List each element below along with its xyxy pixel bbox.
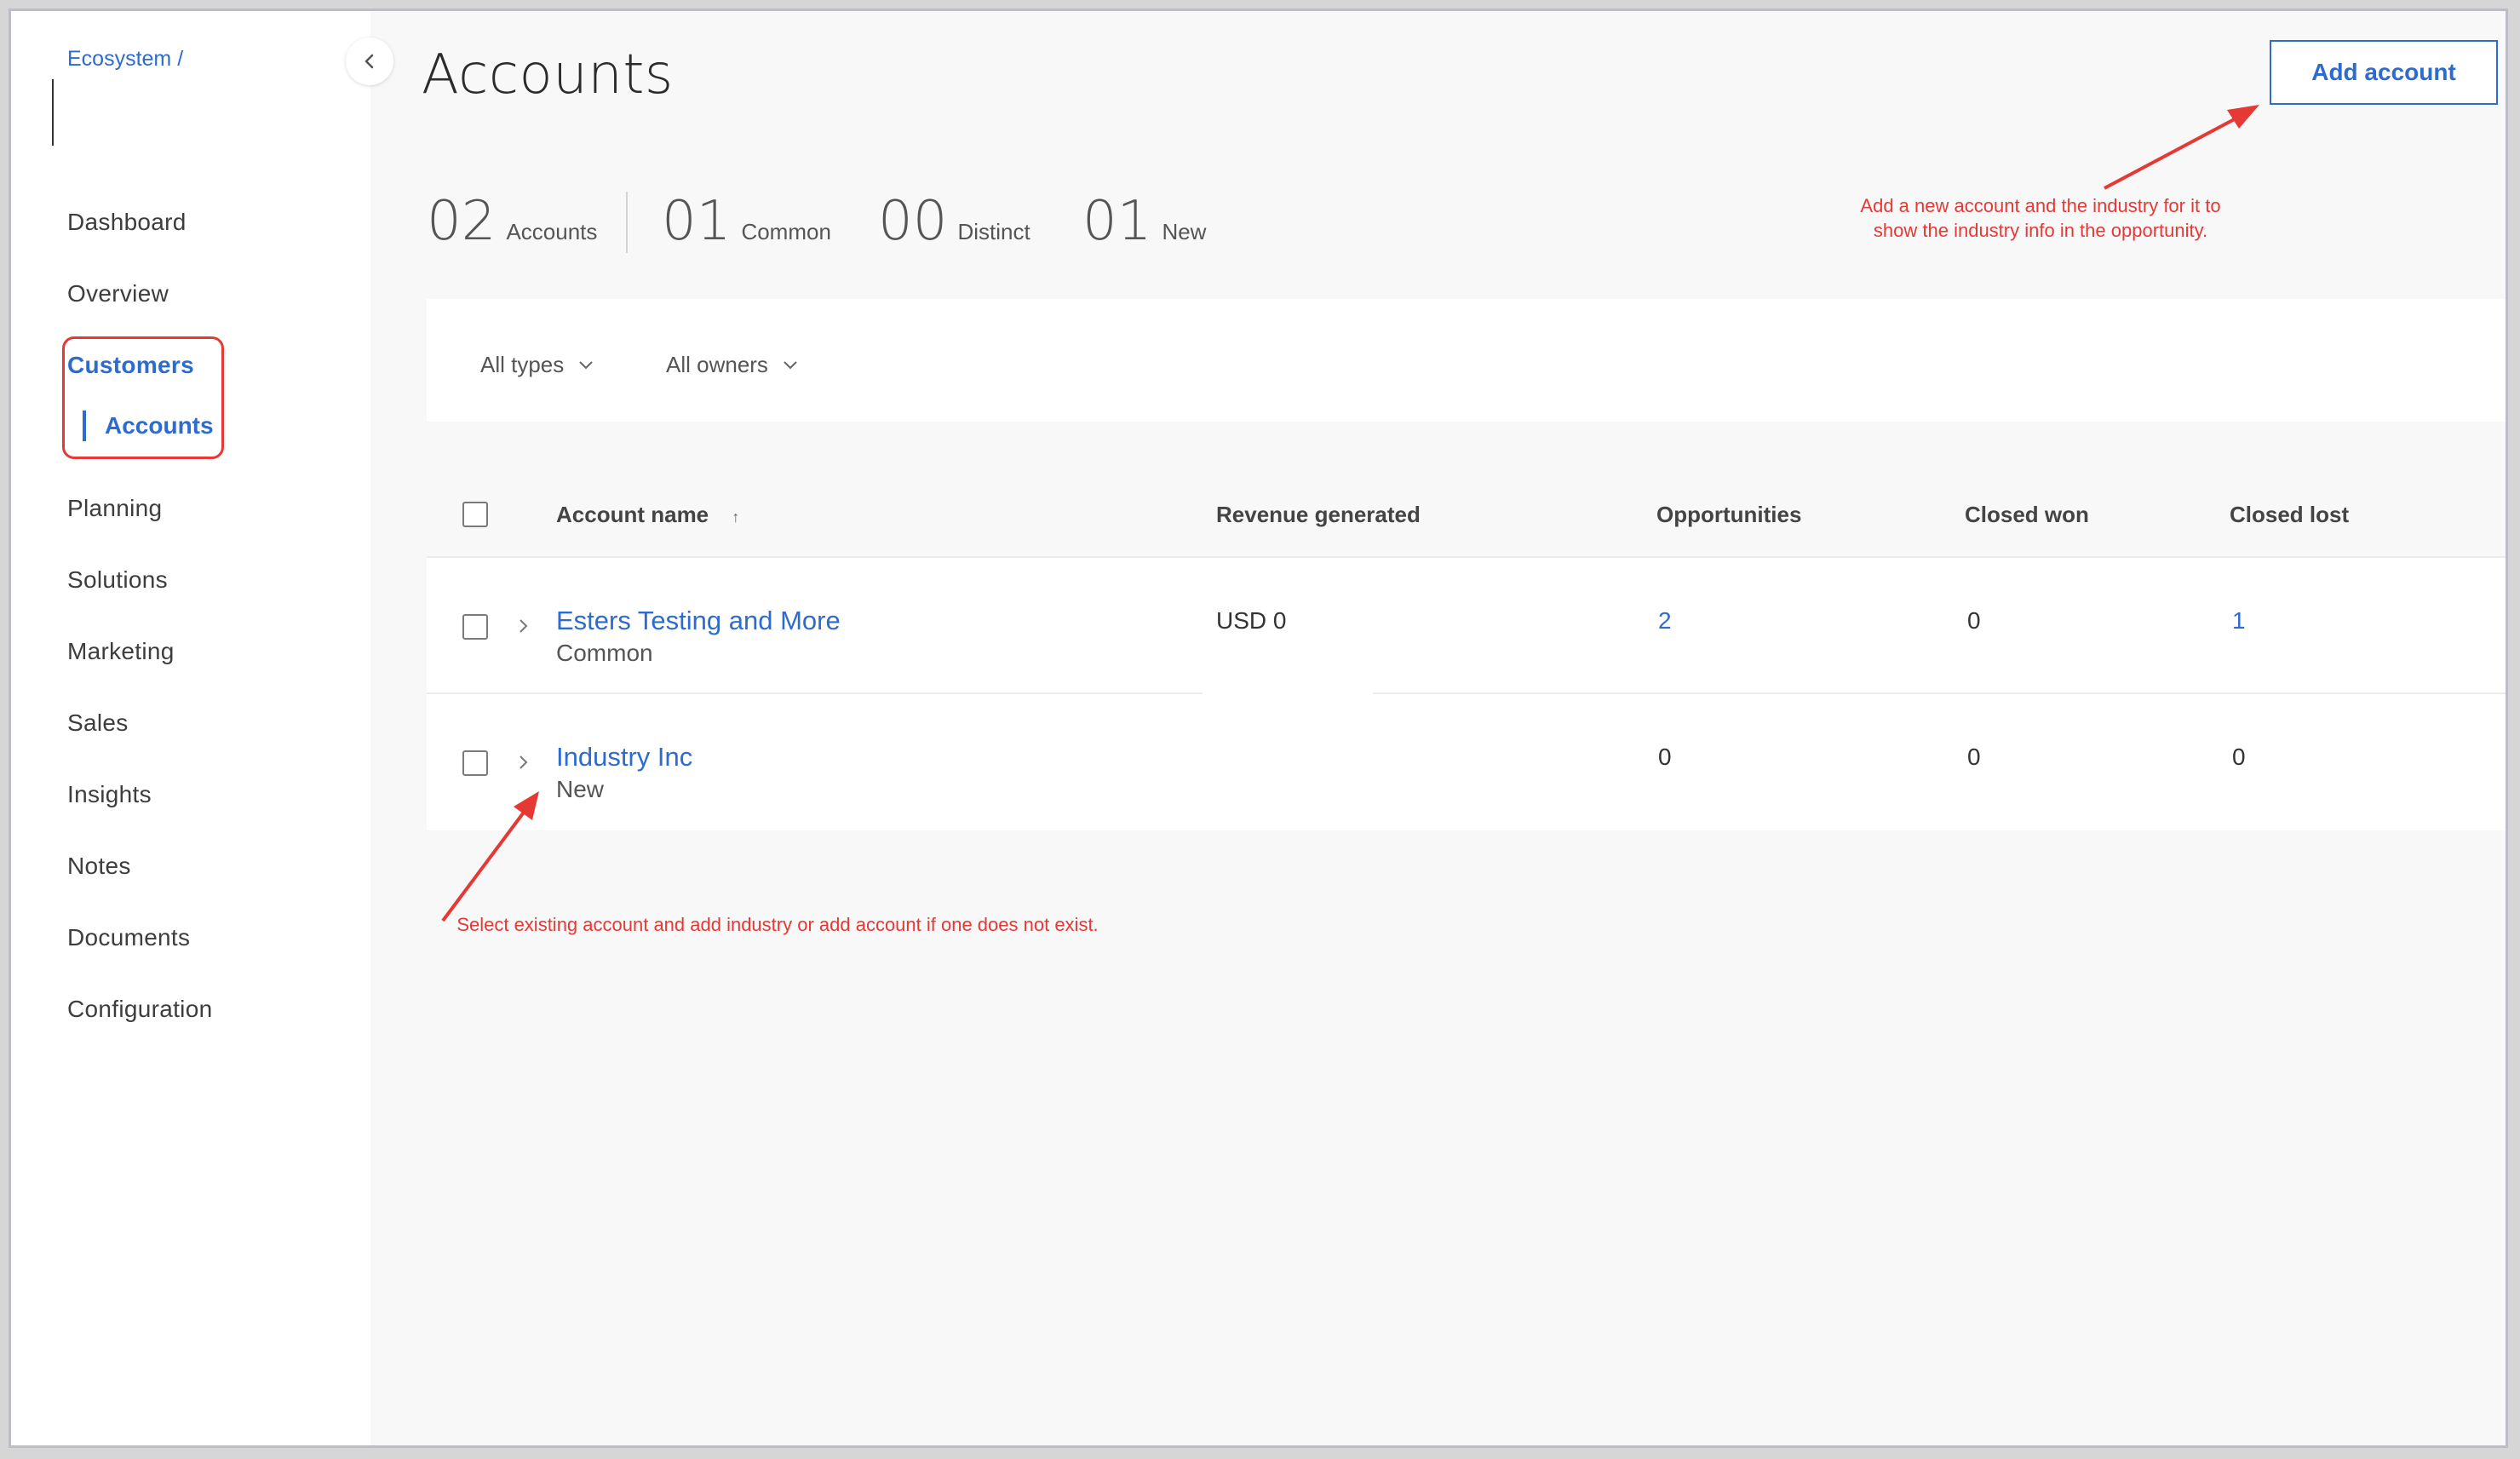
annotation-arrows	[441, 105, 2259, 922]
arrow-to-add-account	[2104, 105, 2259, 190]
app-window: Ecosystem / Dashboard Overview Customers…	[9, 9, 2508, 1448]
arrow-to-industry-row	[441, 791, 539, 922]
